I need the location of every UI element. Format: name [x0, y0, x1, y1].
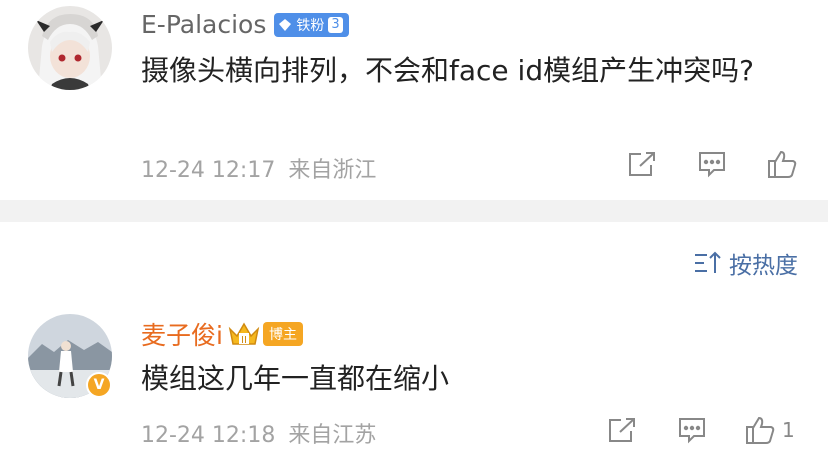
- comment-time: 12-24 12:18: [141, 423, 276, 448]
- username-text[interactable]: E-Palacios: [141, 10, 266, 39]
- fan-badge-label: 铁粉: [296, 17, 325, 34]
- comment-location: 来自江苏: [288, 423, 377, 448]
- sort-label: 按热度: [729, 253, 798, 279]
- like-icon: [746, 416, 775, 444]
- fan-badge: 铁粉 3: [274, 12, 349, 37]
- sort-button[interactable]: 按热度: [693, 246, 798, 280]
- comment-actions: 1: [604, 414, 795, 446]
- comment-actions: [624, 148, 800, 180]
- share-button[interactable]: [624, 148, 660, 180]
- comment-icon: [679, 418, 705, 444]
- comment-location: 来自浙江: [288, 158, 377, 183]
- username[interactable]: 麦子俊i II 博主: [141, 316, 303, 352]
- like-icon: [768, 150, 797, 178]
- comment-item: E-Palacios 铁粉 3 摄像头横向排列，不会和face id模组产生冲突…: [0, 0, 828, 200]
- fan-badge-level: 3: [328, 16, 343, 33]
- username[interactable]: E-Palacios 铁粉 3: [141, 10, 349, 39]
- comment-text: 摄像头横向排列，不会和face id模组产生冲突吗?: [141, 54, 754, 87]
- sort-icon: [695, 251, 721, 273]
- comment-icon: [699, 152, 725, 178]
- diamond-icon: [279, 18, 292, 31]
- username-text[interactable]: 麦子俊i: [141, 316, 223, 352]
- share-icon: [629, 152, 655, 176]
- section-divider: [0, 200, 828, 222]
- avatar[interactable]: [28, 6, 112, 90]
- comment-time: 12-24 12:17: [141, 158, 276, 183]
- like-button[interactable]: 1: [744, 414, 795, 446]
- crown-icon: II: [228, 322, 260, 346]
- share-icon: [609, 418, 635, 442]
- comment-meta: 12-24 12:17 来自浙江: [141, 152, 376, 184]
- blogger-badge: 博主: [262, 322, 303, 346]
- comment-item: V 麦子俊i II 博主 模组这几年一直都在缩小 12-24 12:18 来自江…: [0, 300, 828, 462]
- share-button[interactable]: [604, 414, 640, 446]
- verified-badge: V: [86, 372, 112, 398]
- svg-text:II: II: [241, 335, 247, 346]
- like-count: 1: [782, 418, 795, 442]
- like-button[interactable]: [764, 148, 800, 180]
- comment-text: 模组这几年一直都在缩小: [141, 362, 450, 395]
- comment-meta: 12-24 12:18 来自江苏: [141, 417, 376, 449]
- reply-button[interactable]: [694, 148, 730, 180]
- reply-button[interactable]: [674, 414, 710, 446]
